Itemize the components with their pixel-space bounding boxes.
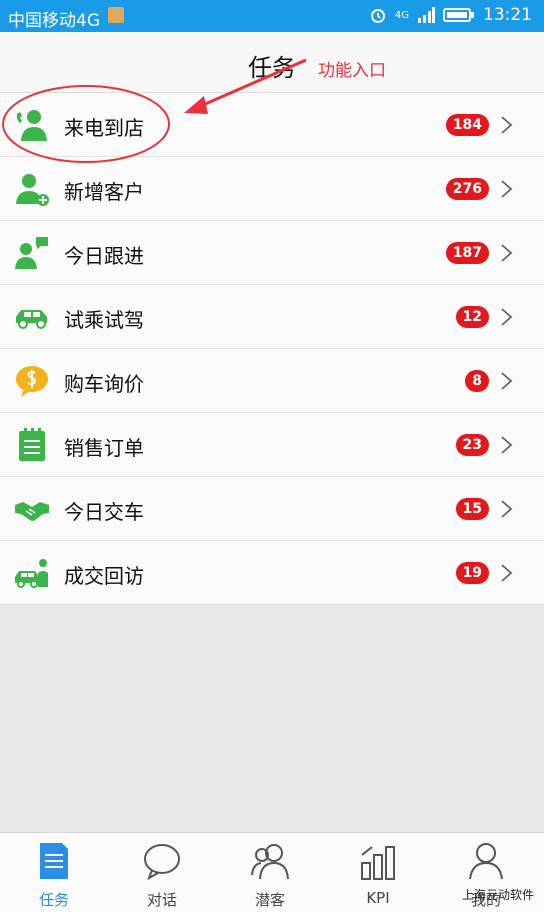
task-label: 购车询价 [64,372,144,396]
alarm-icon [370,9,385,23]
tab-chat[interactable]: 对话 [108,833,216,912]
tab-label: KPI [366,889,390,907]
revisit-car-icon [15,559,48,588]
kpi-chart-icon [361,846,395,880]
chevron-right-icon [501,372,513,390]
watermark: 上海元动软件 [461,888,534,902]
count-badge: 187 [445,242,489,264]
task-list: 来电到店 184 新增客户 276 今日跟进 187 试乘试驾 12 购车询价 … [0,93,544,605]
task-label: 今日跟进 [64,244,144,268]
task-item-new-customer[interactable]: 新增客户 276 [0,157,544,221]
network-type: 4G [394,9,409,21]
prospects-people-icon [251,844,289,880]
tab-label: 任务 [38,891,69,909]
task-document-icon [40,843,68,879]
order-list-icon [19,428,45,461]
chevron-right-icon [501,436,513,454]
chevron-right-icon [501,308,513,326]
profile-person-icon [469,843,503,880]
task-item-revisit[interactable]: 成交回访 19 [0,541,544,605]
tab-kpi[interactable]: KPI [324,833,432,912]
task-label: 成交回访 [64,564,144,588]
signal-icon [418,7,435,23]
task-item-test-drive[interactable]: 试乘试驾 12 [0,285,544,349]
title-bar: 任务 功能入口 [0,32,544,93]
task-item-incoming-call[interactable]: 来电到店 184 [0,93,544,157]
task-label: 来电到店 [64,116,144,140]
task-label: 新增客户 [64,180,144,204]
tab-tasks[interactable]: 任务 [0,833,108,912]
count-badge: 276 [445,178,489,200]
car-icon [16,310,47,329]
task-item-price-inquiry[interactable]: 购车询价 8 [0,349,544,413]
phone-person-icon [16,110,47,141]
task-label: 试乘试驾 [64,308,144,332]
tab-label: 对话 [146,891,177,909]
count-badge: 8 [465,370,489,392]
page-title: 任务 [248,54,296,82]
count-badge: 23 [455,434,489,456]
tab-prospects[interactable]: 潜客 [216,833,324,912]
clock: 13:21 [483,5,532,25]
chat-bubble-icon [144,844,180,881]
count-badge: 15 [455,498,489,520]
status-bar: 中国移动4G 4G 13:21 [0,0,544,32]
chevron-right-icon [501,180,513,198]
count-badge: 12 [455,306,489,328]
task-item-follow-up[interactable]: 今日跟进 187 [0,221,544,285]
count-badge: 19 [455,562,489,584]
battery-icon [443,8,474,22]
annotation-label: 功能入口 [318,61,386,81]
task-label: 销售订单 [64,436,144,460]
chevron-right-icon [501,564,513,582]
price-bubble-icon [16,366,48,397]
chevron-right-icon [501,500,513,518]
handshake-icon [15,502,49,521]
notification-icon [108,7,124,23]
count-badge: 184 [445,114,489,136]
chevron-right-icon [501,244,513,262]
task-item-sales-order[interactable]: 销售订单 23 [0,413,544,477]
task-label: 今日交车 [64,500,144,524]
follow-up-chat-icon [15,237,48,269]
task-item-delivery[interactable]: 今日交车 15 [0,477,544,541]
chevron-right-icon [501,116,513,134]
tab-label: 潜客 [254,891,285,909]
add-customer-icon [16,174,49,206]
carrier-label: 中国移动4G [8,11,100,31]
